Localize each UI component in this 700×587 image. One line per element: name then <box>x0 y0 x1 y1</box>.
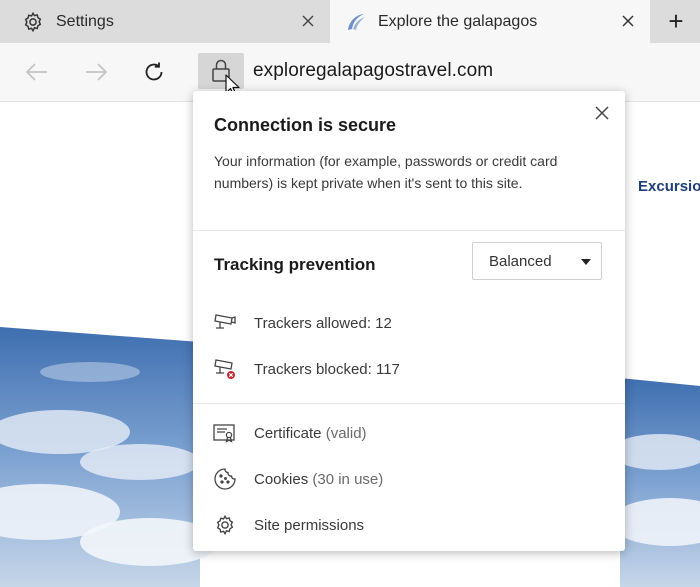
site-info-flyout: Connection is secure Your information (f… <box>193 91 625 551</box>
tab-explore-galapagos[interactable]: Explore the galapagos <box>330 0 650 43</box>
tracking-prevention-title: Tracking prevention <box>214 255 376 274</box>
camera-tracker-icon <box>212 310 238 336</box>
tab-strip: Settings Explore the galapagos + <box>0 0 700 43</box>
gear-icon <box>22 11 44 33</box>
tracking-level-value: Balanced <box>489 252 552 270</box>
cookies-row[interactable]: Cookies (30 in use) <box>212 466 383 492</box>
connection-title: Connection is secure <box>214 115 397 135</box>
refresh-button[interactable] <box>138 56 170 88</box>
divider <box>193 403 625 404</box>
address-bar-url[interactable]: exploregalapagostravel.com <box>253 60 493 82</box>
certificate-label: Certificate <box>254 424 322 442</box>
caret-down-icon <box>581 259 591 265</box>
gear-icon <box>212 512 238 538</box>
tab-label: Explore the galapagos <box>378 12 538 30</box>
trackers-allowed-row: Trackers allowed: 12 <box>212 310 392 336</box>
site-permissions-label: Site permissions <box>254 516 365 534</box>
new-tab-button[interactable]: + <box>652 0 700 43</box>
back-button[interactable] <box>21 56 53 88</box>
tab-settings[interactable]: Settings <box>0 0 330 43</box>
certificate-icon <box>212 420 238 446</box>
site-permissions-row[interactable]: Site permissions <box>212 512 364 538</box>
site-logo-icon <box>344 11 368 33</box>
cookies-label: Cookies <box>254 470 309 488</box>
close-tab-button[interactable] <box>618 11 638 31</box>
tracking-level-dropdown[interactable]: Balanced <box>472 242 602 280</box>
certificate-status: (valid) <box>325 424 367 442</box>
close-tab-button[interactable] <box>298 11 318 31</box>
cookie-icon <box>212 466 238 492</box>
close-flyout-button[interactable] <box>591 102 613 124</box>
camera-tracker-blocked-icon <box>212 356 238 382</box>
tab-label: Settings <box>56 12 114 30</box>
cookies-status: (30 in use) <box>312 470 384 488</box>
connection-description: Your information (for example, passwords… <box>214 153 558 191</box>
divider <box>193 230 625 231</box>
trackers-allowed-label: Trackers allowed: 12 <box>254 314 392 332</box>
certificate-row[interactable]: Certificate (valid) <box>212 420 367 446</box>
trackers-blocked-label: Trackers blocked: 117 <box>254 360 400 378</box>
trackers-blocked-row: Trackers blocked: 117 <box>212 356 400 382</box>
forward-button[interactable] <box>80 56 112 88</box>
